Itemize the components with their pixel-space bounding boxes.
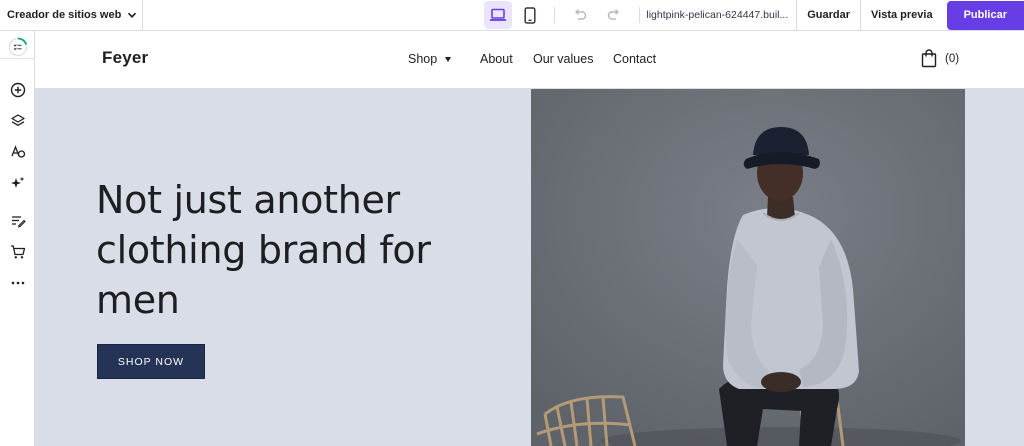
editor-sidebar (0, 31, 35, 446)
history-controls (555, 0, 639, 31)
site-logo[interactable]: Feyer (102, 48, 148, 68)
site-url[interactable]: lightpink-pelican-624447.buil... (640, 0, 798, 31)
redo-button[interactable] (602, 3, 626, 27)
save-button[interactable]: Guardar (797, 0, 862, 31)
blog-icon (11, 216, 26, 228)
undo-button[interactable] (568, 3, 592, 27)
site-header[interactable]: Feyer Shop About Our values Contact (0) (35, 31, 1024, 89)
checklist-progress-icon (8, 37, 27, 57)
chevron-down-icon (128, 12, 137, 18)
ai-tools-button[interactable] (0, 170, 35, 196)
layers-icon (10, 114, 25, 126)
nav-shop[interactable]: Shop (408, 52, 437, 66)
store-button[interactable] (0, 239, 35, 265)
publish-button[interactable]: Publicar (946, 0, 1024, 30)
mobile-phone-icon (524, 6, 536, 24)
preview-button[interactable]: Vista previa (861, 0, 943, 31)
builder-menu-button[interactable]: Creador de sitios web (0, 0, 143, 31)
blog-button[interactable] (0, 208, 35, 234)
undo-icon (575, 9, 587, 20)
nav-contact[interactable]: Contact (613, 52, 656, 66)
layers-button[interactable] (0, 108, 35, 134)
nav-about[interactable]: About (480, 52, 513, 66)
shop-now-button[interactable]: SHOP NOW (97, 344, 205, 379)
device-switcher (478, 0, 554, 31)
mobile-view-button[interactable] (516, 1, 544, 29)
hero-title[interactable]: Not just another clothing brand for men (96, 175, 476, 325)
ai-tools-icon (10, 176, 24, 188)
redo-icon (608, 9, 620, 20)
add-element-icon (10, 82, 25, 98)
caret-down-icon[interactable] (445, 57, 451, 62)
hero-photo-illustration (531, 89, 965, 446)
shopping-bag-icon (921, 49, 937, 68)
cart-button[interactable]: (0) (921, 49, 959, 68)
styles-button[interactable] (0, 139, 35, 165)
builder-menu-label: Creador de sitios web (7, 9, 122, 21)
hero-section[interactable]: Not just another clothing brand for men … (35, 89, 1024, 446)
more-options-button[interactable] (0, 270, 35, 296)
styles-icon (10, 145, 25, 158)
cart-count: (0) (945, 52, 960, 65)
hero-image[interactable] (531, 89, 965, 446)
setup-checklist-button[interactable] (0, 34, 35, 60)
store-cart-icon (10, 245, 25, 259)
laptop-icon (490, 8, 507, 21)
desktop-view-button[interactable] (484, 1, 513, 29)
more-icon (11, 281, 24, 285)
builder-toolbar: Creador de sitios web lightpink-pelican-… (0, 0, 1024, 31)
editor-canvas[interactable]: Feyer Shop About Our values Contact (0) … (35, 31, 1024, 446)
add-element-button[interactable] (0, 77, 35, 103)
nav-our-values[interactable]: Our values (533, 52, 593, 66)
